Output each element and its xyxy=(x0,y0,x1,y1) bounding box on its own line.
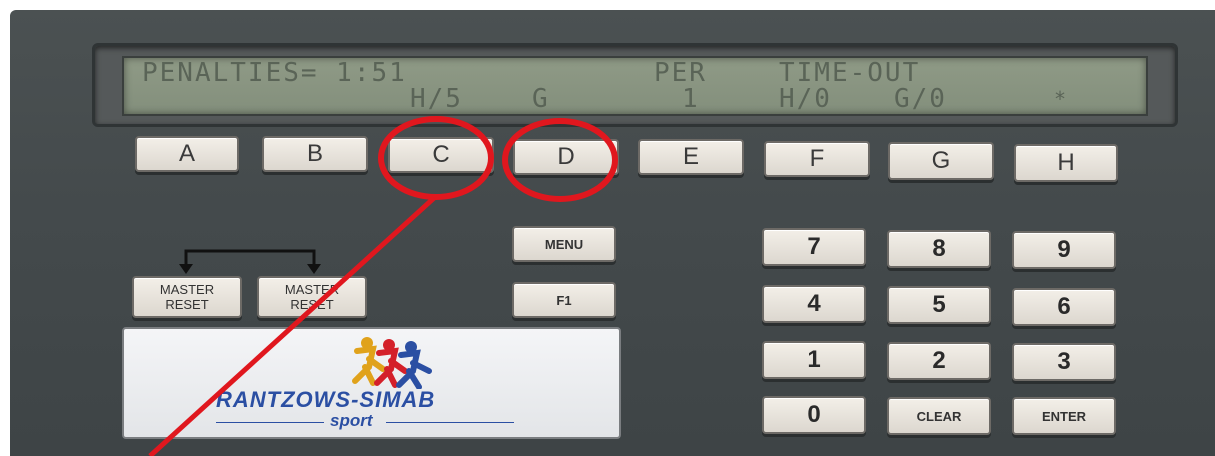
keypad-4[interactable]: 4 xyxy=(762,285,866,323)
display-indicator: * xyxy=(1054,87,1069,111)
keypad-1[interactable]: 1 xyxy=(762,341,866,379)
keypad-3[interactable]: 3 xyxy=(1012,343,1116,381)
brand-logo-plate: RANTZOWS-SIMAB sport xyxy=(122,327,621,439)
key-h[interactable]: H xyxy=(1014,144,1118,182)
master-reset-left-line1: MASTER xyxy=(159,282,215,297)
menu-button[interactable]: MENU xyxy=(512,226,616,262)
key-b[interactable]: B xyxy=(262,136,368,172)
keypad-0[interactable]: 0 xyxy=(762,396,866,434)
key-g[interactable]: G xyxy=(888,142,994,180)
keypad-8[interactable]: 8 xyxy=(887,230,991,268)
key-a[interactable]: A xyxy=(135,136,239,172)
f1-button[interactable]: F1 xyxy=(512,282,616,318)
master-reset-button-right[interactable]: MASTER RESET xyxy=(257,276,367,318)
display-guest-penalty: G xyxy=(532,84,550,114)
display-guest-timeout: G/0 xyxy=(894,84,947,114)
brand-underline-right xyxy=(386,422,514,423)
display-home-penalty: H/5 xyxy=(410,84,463,114)
master-reset-left-line2: RESET xyxy=(165,297,209,312)
display-period-value: 1 xyxy=(682,84,700,114)
lcd-display: PENALTIES= 1:51 PER TIME-OUT H/5 G 1 H/0… xyxy=(122,56,1148,116)
enter-button[interactable]: ENTER xyxy=(1012,397,1116,435)
display-timeout-label: TIME-OUT xyxy=(779,58,921,88)
clear-button[interactable]: CLEAR xyxy=(887,397,991,435)
display-per-label: PER xyxy=(654,58,707,88)
key-e[interactable]: E xyxy=(638,139,744,175)
keypad-7[interactable]: 7 xyxy=(762,228,866,266)
brand-subtitle: sport xyxy=(330,411,373,430)
master-reset-right-line2: RESET xyxy=(290,297,334,312)
key-f[interactable]: F xyxy=(764,141,870,177)
keypad-5[interactable]: 5 xyxy=(887,286,991,324)
keypad-6[interactable]: 6 xyxy=(1012,288,1116,326)
running-figures-logo-icon xyxy=(352,337,432,389)
brand-underline-left xyxy=(216,422,324,423)
brand-name: RANTZOWS-SIMAB xyxy=(216,387,436,412)
display-home-timeout: H/0 xyxy=(779,84,832,114)
keypad-2[interactable]: 2 xyxy=(887,342,991,380)
master-reset-button-left[interactable]: MASTER RESET xyxy=(132,276,242,318)
master-reset-right-line1: MASTER xyxy=(284,282,340,297)
key-c[interactable]: C xyxy=(388,137,494,173)
keypad-9[interactable]: 9 xyxy=(1012,231,1116,269)
key-d[interactable]: D xyxy=(513,139,619,175)
display-penalties: PENALTIES= 1:51 xyxy=(142,58,407,88)
